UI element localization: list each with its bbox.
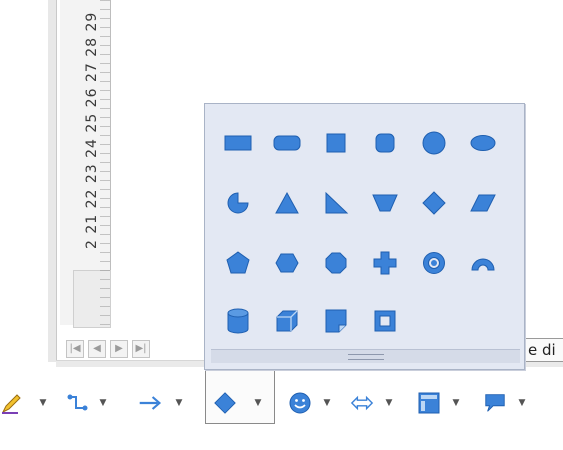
folded-corner-shape[interactable] <box>321 306 351 336</box>
cut-off-text: e di <box>528 341 556 359</box>
block-arc-shape[interactable] <box>468 248 498 278</box>
flowcharts-tool[interactable]: ▼ <box>417 388 461 418</box>
arrow-dropdown-arrow[interactable]: ▼ <box>174 398 184 408</box>
palette-resize-bar[interactable] <box>211 349 520 363</box>
pencil-icon <box>0 391 24 415</box>
connectors-dropdown-arrow[interactable]: ▼ <box>98 398 108 408</box>
next-sheet-button[interactable]: ▶ <box>110 340 128 358</box>
basic-shapes-palette <box>204 103 525 370</box>
basic-shapes-dropdown-arrow[interactable]: ▼ <box>253 398 263 408</box>
block-arrows-dropdown-arrow[interactable]: ▼ <box>384 398 394 408</box>
speech-bubble-icon <box>483 391 507 415</box>
arrow-tool[interactable]: ▼ <box>138 388 184 418</box>
callouts-tool[interactable]: ▼ <box>483 388 527 418</box>
trapezoid-shape[interactable] <box>370 188 400 218</box>
isosceles-triangle-shape[interactable] <box>272 188 302 218</box>
connectors-tool[interactable]: ▼ <box>66 388 108 418</box>
basic-shapes-tool[interactable]: ▼ <box>213 388 263 418</box>
smiley-icon <box>288 391 312 415</box>
first-sheet-button[interactable]: |◀ <box>66 340 84 358</box>
previous-sheet-button[interactable]: ◀ <box>88 340 106 358</box>
right-triangle-shape[interactable] <box>321 188 351 218</box>
ruler-ticks <box>100 0 110 325</box>
cube-shape[interactable] <box>272 306 302 336</box>
symbol-shapes-dropdown-arrow[interactable]: ▼ <box>322 398 332 408</box>
diamond-icon <box>213 391 237 415</box>
circle-shape[interactable] <box>419 128 449 158</box>
rounded-square-shape[interactable] <box>370 128 400 158</box>
hexagon-shape[interactable] <box>272 248 302 278</box>
ring-shape[interactable] <box>419 248 449 278</box>
connector-icon <box>66 391 90 415</box>
callouts-dropdown-arrow[interactable]: ▼ <box>517 398 527 408</box>
parallelogram-shape[interactable] <box>468 188 498 218</box>
rectangle-shape[interactable] <box>223 128 253 158</box>
cylinder-shape[interactable] <box>223 306 253 336</box>
resize-grip-icon <box>347 354 384 360</box>
circle-pie-shape[interactable] <box>223 188 253 218</box>
cross-shape[interactable] <box>370 248 400 278</box>
symbol-shapes-tool[interactable]: ▼ <box>288 388 332 418</box>
octagon-shape[interactable] <box>321 248 351 278</box>
block-arrows-tool[interactable]: ▼ <box>350 388 394 418</box>
flowchart-icon <box>417 391 441 415</box>
left-right-arrow-icon <box>350 391 374 415</box>
rounded-rectangle-shape[interactable] <box>272 128 302 158</box>
last-sheet-button[interactable]: ▶| <box>132 340 150 358</box>
lines-and-arrows-tool[interactable]: ▼ <box>0 388 48 418</box>
right-arrow-icon <box>138 391 162 415</box>
ellipse-shape[interactable] <box>468 128 498 158</box>
square-shape[interactable] <box>321 128 351 158</box>
sheet-navigation: |◀ ◀ ▶ ▶| <box>66 340 150 358</box>
flowcharts-dropdown-arrow[interactable]: ▼ <box>451 398 461 408</box>
pentagon-shape[interactable] <box>223 248 253 278</box>
diamond-shape[interactable] <box>419 188 449 218</box>
frame-shape[interactable] <box>370 306 400 336</box>
lines-dropdown-arrow[interactable]: ▼ <box>38 398 48 408</box>
